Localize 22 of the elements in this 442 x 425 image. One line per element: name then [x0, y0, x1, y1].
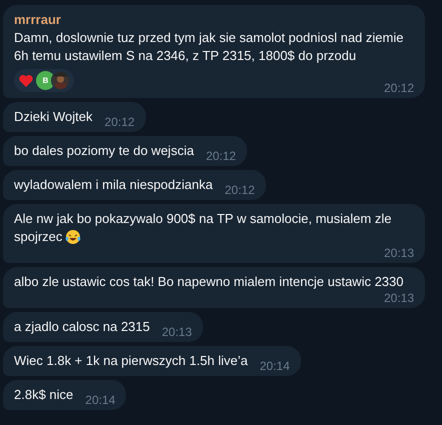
message-time: 20:14 [258, 359, 290, 373]
message-text: Dzieki Wojtek [14, 108, 93, 126]
avatar: B [36, 71, 55, 90]
message-time: 20:14 [84, 393, 116, 407]
message-time: 20:12 [224, 183, 255, 197]
message-text: a zjadlo calosc na 2315 [14, 318, 150, 336]
reaction-pill[interactable]: B [14, 69, 74, 92]
message-text: wyladowalem i mila niespodzianka [14, 176, 213, 194]
message-time: 20:12 [104, 115, 135, 129]
message-time: 20:13 [382, 291, 414, 305]
message-text: albo zle ustawic cos tak! Bo napewno mialem intencje ustawic 2330 [14, 273, 404, 291]
message-text: Wiec 1.8k + 1k na pierwszych 1.5h live’a [14, 352, 248, 370]
message-text: 2.8k$ nice [14, 386, 74, 404]
message-text: Damn, doslownie tuz przed tym jak sie samolot podniosl nad ziemie 6h temu ustawilem S na 2346, z TP 2315, 1800$ do przodu [14, 29, 404, 65]
message-time: 20:12 [382, 81, 414, 95]
sender-name: mrrraur [14, 11, 62, 29]
message-time: 20:12 [204, 149, 236, 163]
message-text: Ale nw jak bo pokazywalo 900$ na TP w samolocie, musialem zle spojrzec [14, 210, 392, 246]
message-time: 20:13 [382, 246, 414, 260]
message-time: 20:13 [160, 325, 192, 339]
message-text: bo dales poziomy te do wejscia [14, 142, 194, 160]
heart-icon [18, 72, 34, 88]
